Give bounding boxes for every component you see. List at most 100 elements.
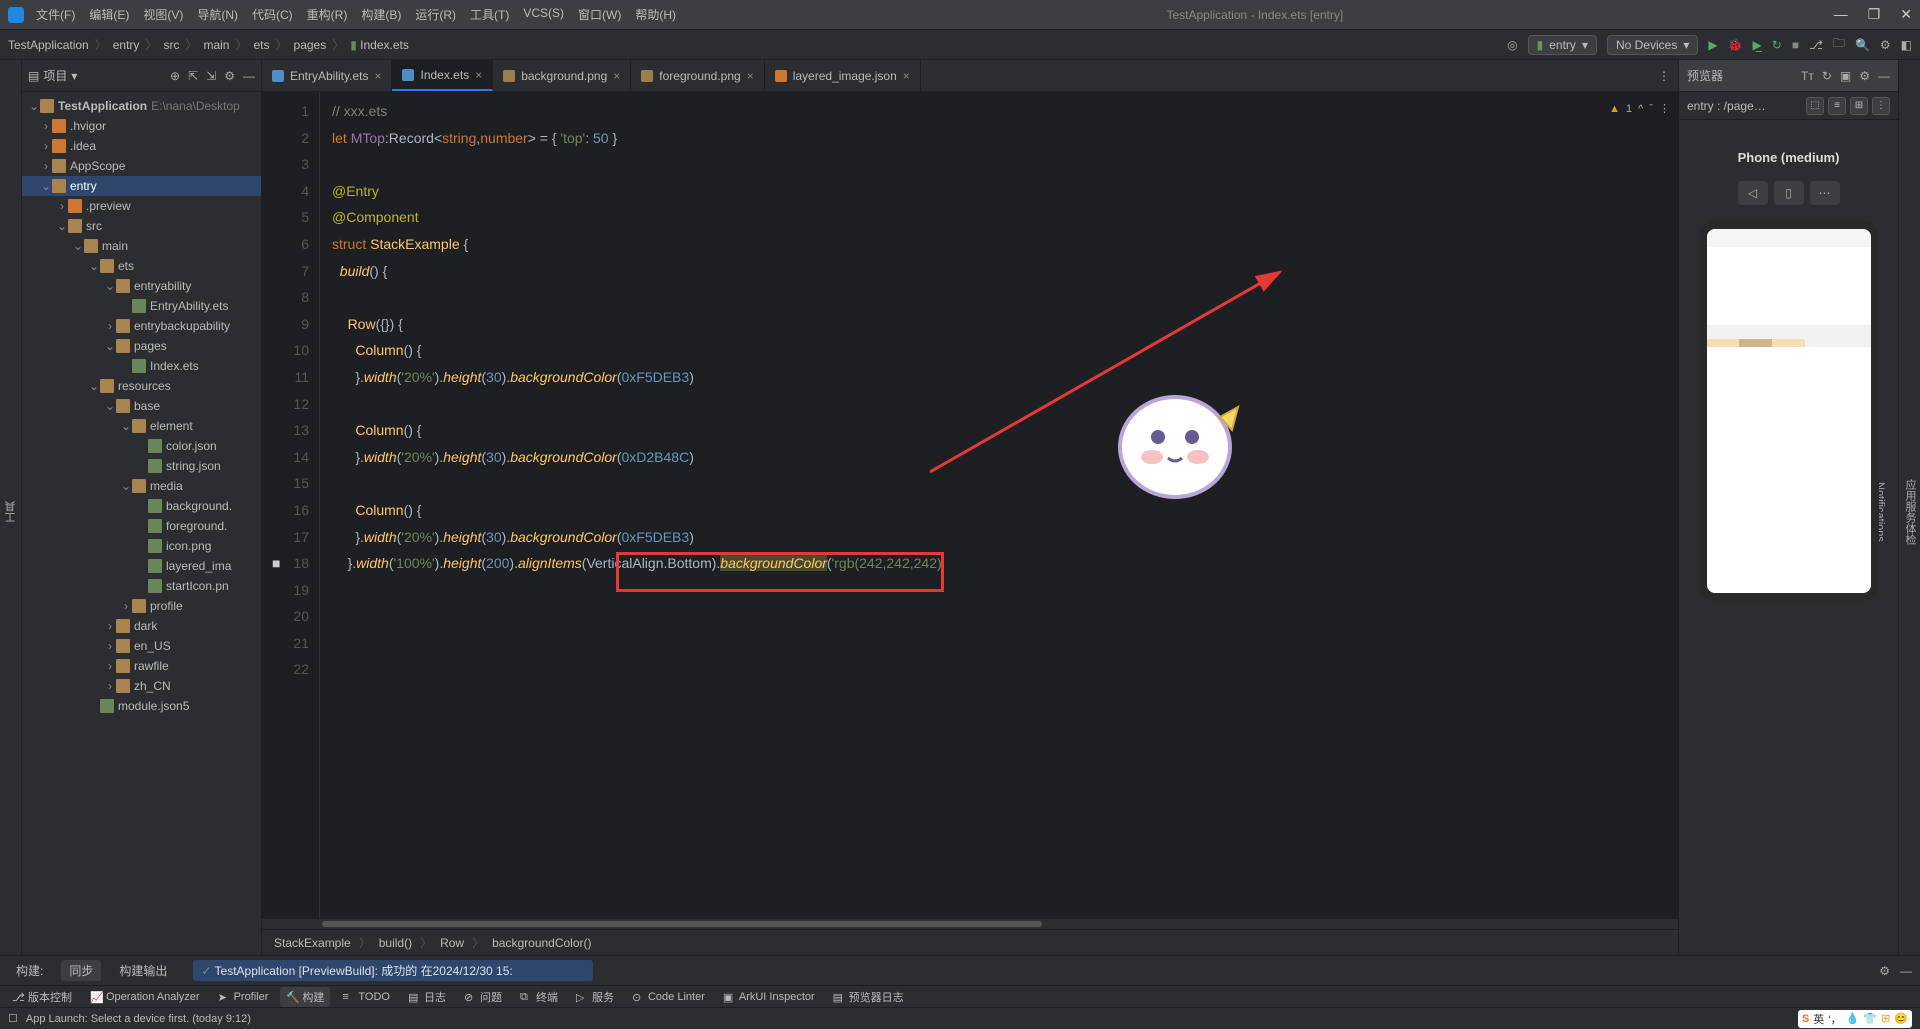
code-line[interactable] <box>332 656 1678 683</box>
tree-node[interactable]: ⌄base <box>22 396 261 416</box>
tree-node[interactable]: ›profile <box>22 596 261 616</box>
ime-indicator[interactable]: S英‘， 💧👕 ⊞😊 <box>1798 1010 1912 1028</box>
tree-node[interactable]: ›.preview <box>22 196 261 216</box>
code-line[interactable]: }.width('20%').height(30).backgroundColo… <box>332 444 1678 471</box>
menu-item[interactable]: 文件(F) <box>36 6 75 23</box>
crumb[interactable]: entry <box>113 38 140 52</box>
module-selector[interactable]: ▮entry▾ <box>1528 35 1597 55</box>
code-line[interactable] <box>332 284 1678 311</box>
close-button[interactable]: ✕ <box>1900 6 1912 23</box>
build-tab-build[interactable]: 构建: <box>8 960 51 981</box>
editor-crumb[interactable]: StackExample <box>274 936 351 950</box>
debug-icon[interactable]: 🐞 <box>1728 38 1743 52</box>
close-tab-icon[interactable]: × <box>374 69 381 83</box>
menu-item[interactable]: 代码(C) <box>252 6 293 23</box>
stack-icon[interactable]: ≡ <box>1828 97 1846 115</box>
code-line[interactable]: @Component <box>332 204 1678 231</box>
code-line[interactable] <box>332 151 1678 178</box>
menu-item[interactable]: 帮助(H) <box>635 6 676 23</box>
menu-item[interactable]: 导航(N) <box>197 6 238 23</box>
tree-node[interactable]: ⌄media <box>22 476 261 496</box>
collapse-icon[interactable]: ⇲ <box>206 69 216 83</box>
coverage-icon[interactable]: ▶̲ <box>1753 38 1762 52</box>
editor-crumb[interactable]: build() <box>379 936 412 950</box>
tree-node[interactable]: ⌄entryability <box>22 276 261 296</box>
code-line[interactable] <box>332 391 1678 418</box>
crumb[interactable]: src <box>163 38 179 52</box>
tree-node[interactable]: ⌄resources <box>22 376 261 396</box>
build-tab-output[interactable]: 构建输出 <box>111 960 175 981</box>
code-line[interactable]: }.width('20%').height(30).backgroundColo… <box>332 364 1678 391</box>
crumb[interactable]: ets <box>253 38 269 52</box>
code-line[interactable]: }.width('100%').height(200).alignItems(V… <box>332 550 1678 577</box>
code-line[interactable] <box>332 603 1678 630</box>
target-icon[interactable]: ◎ <box>1507 38 1517 52</box>
select-opened-icon[interactable]: ⊕ <box>170 69 180 83</box>
close-tab-icon[interactable]: × <box>747 69 754 83</box>
stop-icon[interactable]: ■ <box>1792 38 1799 52</box>
bottom-tool[interactable]: ≡TODO <box>336 989 396 1005</box>
menu-item[interactable]: 工具(T) <box>470 6 509 23</box>
bottom-tool[interactable]: ▤日志 <box>402 987 452 1007</box>
menu-item[interactable]: 构建(B) <box>361 6 401 23</box>
editor-hscrollbar[interactable] <box>262 919 1678 929</box>
crumb[interactable]: pages <box>294 38 327 52</box>
tree-node[interactable]: ⌄pages <box>22 336 261 356</box>
run-icon[interactable]: ▶ <box>1708 38 1717 52</box>
tree-node[interactable]: icon.png <box>22 536 261 556</box>
nav-back-icon[interactable]: ◁ <box>1738 181 1768 205</box>
tree-node[interactable]: layered_ima <box>22 556 261 576</box>
tree-node[interactable]: EntryAbility.ets <box>22 296 261 316</box>
code-line[interactable]: @Entry <box>332 178 1678 205</box>
menu-item[interactable]: 窗口(W) <box>578 6 621 23</box>
tree-node[interactable]: ⌄entry <box>22 176 261 196</box>
bottom-tool[interactable]: 🔨构建 <box>280 987 330 1007</box>
tree-node[interactable]: color.json <box>22 436 261 456</box>
more-icon[interactable]: ⋮ <box>1872 97 1890 115</box>
tree-node[interactable]: background. <box>22 496 261 516</box>
code-line[interactable]: // xxx.ets <box>332 98 1678 125</box>
code-line[interactable]: }.width('20%').height(30).backgroundColo… <box>332 524 1678 551</box>
close-tab-icon[interactable]: × <box>613 69 620 83</box>
search-icon[interactable]: 🔍 <box>1855 38 1870 52</box>
build-tab-sync[interactable]: 同步 <box>61 960 101 981</box>
code-area[interactable]: 1234567891011121314151617■1819202122 ▲1^… <box>262 92 1678 919</box>
code-content[interactable]: ▲1^ˇ⋮ // xxx.etslet MTop:Record<string,n… <box>320 92 1678 919</box>
tree-node[interactable]: ⌄element <box>22 416 261 436</box>
grid-icon[interactable]: ⊞ <box>1850 97 1868 115</box>
refresh-icon[interactable]: ↻ <box>1822 69 1832 83</box>
code-line[interactable]: Column() { <box>332 337 1678 364</box>
code-line[interactable]: build() { <box>332 258 1678 285</box>
tree-node[interactable]: startIcon.pn <box>22 576 261 596</box>
tree-node[interactable]: module.json5 <box>22 696 261 716</box>
editor-tab[interactable]: Index.ets× <box>392 60 493 91</box>
nav-rotate-icon[interactable]: ▯ <box>1774 181 1804 205</box>
build-message[interactable]: ✓ TestApplication [PreviewBuild]: 成功的 在2… <box>193 960 593 981</box>
tree-root[interactable]: ⌄ TestApplication E:\nana\Desktop <box>22 96 261 116</box>
editor-inspections[interactable]: ▲1^ˇ⋮ <box>1609 96 1670 123</box>
bottom-tool[interactable]: ▷服务 <box>570 987 620 1007</box>
bottom-tool[interactable]: ⊘问题 <box>458 987 508 1007</box>
menu-item[interactable]: 视图(V) <box>143 6 183 23</box>
settings-icon[interactable]: ⚙ <box>224 69 235 83</box>
code-line[interactable] <box>332 470 1678 497</box>
tree-node[interactable]: ›.hvigor <box>22 116 261 136</box>
bottom-tool[interactable]: 📈Operation Analyzer <box>84 989 206 1005</box>
editor-crumb[interactable]: Row <box>440 936 464 950</box>
tree-node[interactable]: ⌄ets <box>22 256 261 276</box>
tree-node[interactable]: ›entrybackupability <box>22 316 261 336</box>
code-line[interactable] <box>332 630 1678 657</box>
menu-item[interactable]: 运行(R) <box>415 6 456 23</box>
project-tree[interactable]: ⌄ TestApplication E:\nana\Desktop ›.hvig… <box>22 92 261 955</box>
minimize-button[interactable]: — <box>1834 6 1848 23</box>
close-tab-icon[interactable]: × <box>903 69 910 83</box>
build-gear-icon[interactable]: ⚙ <box>1879 964 1890 978</box>
tree-node[interactable]: ›dark <box>22 616 261 636</box>
bottom-tool[interactable]: ▣ArkUI Inspector <box>717 989 821 1005</box>
git-icon[interactable]: ⎇ <box>1809 38 1823 52</box>
bottom-tool[interactable]: ▤预览器日志 <box>827 987 910 1007</box>
code-line[interactable]: let MTop:Record<string,number> = { 'top'… <box>332 125 1678 152</box>
toolwindow-tab[interactable]: 应用服务体检 <box>1900 473 1920 551</box>
code-line[interactable]: Column() { <box>332 497 1678 524</box>
close-tab-icon[interactable]: × <box>475 68 482 82</box>
